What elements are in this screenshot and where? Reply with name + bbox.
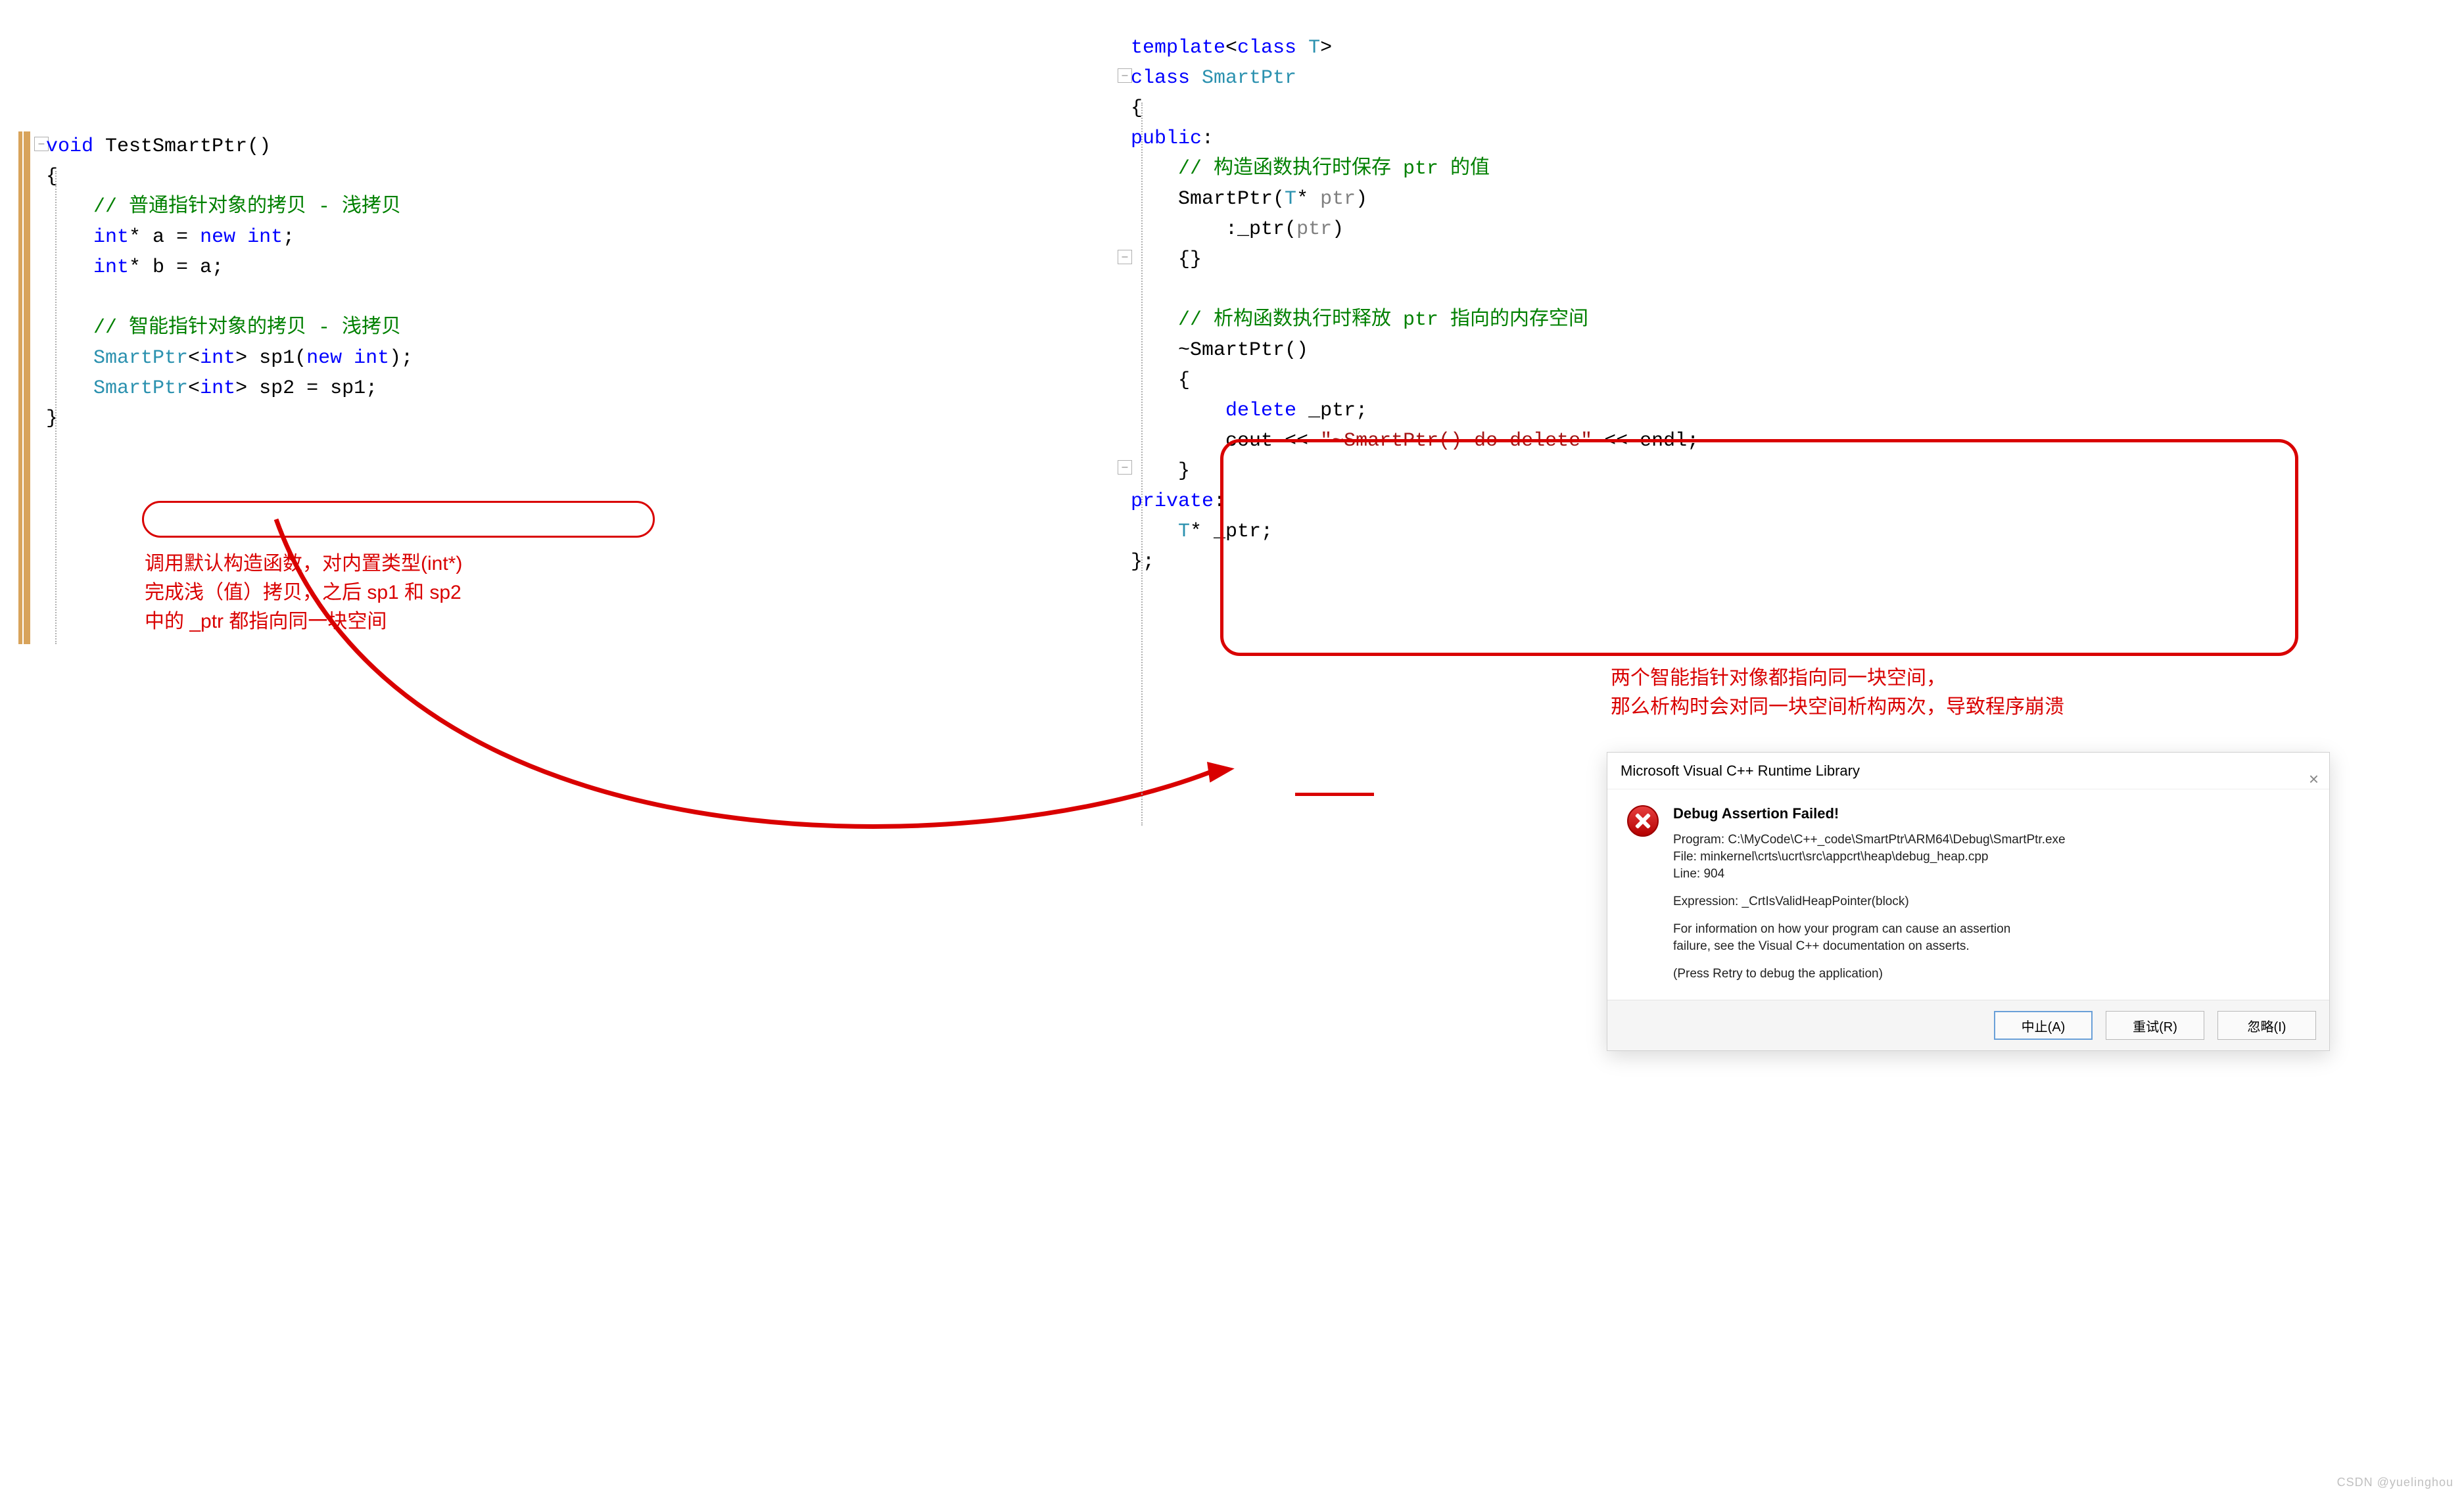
txt: * b = a;: [129, 256, 224, 279]
dialog-line: Line: 904: [1673, 867, 2310, 881]
kw-int: int: [93, 226, 129, 248]
gt-sp2: > sp2 = sp1;: [235, 377, 377, 400]
comment: // 普通指针对象的拷贝 - 浅拷贝: [93, 196, 401, 218]
margin-bar-outer: [18, 131, 22, 644]
abort-button[interactable]: 中止(A): [1994, 1011, 2093, 1040]
dialog-body: Debug Assertion Failed! Program: C:\MyCo…: [1607, 789, 2329, 1000]
fold-toggle-ctor[interactable]: –: [1118, 250, 1132, 264]
fn-name: TestSmartPtr: [105, 135, 247, 158]
dialog-button-bar: 中止(A) 重试(R) 忽略(I): [1607, 1000, 2329, 1050]
comment: // 智能指针对象的拷贝 - 浅拷贝: [93, 317, 401, 339]
ignore-button[interactable]: 忽略(I): [2217, 1011, 2316, 1040]
init3: ): [1332, 218, 1344, 241]
kw-int: int: [247, 226, 283, 248]
tparam: T: [1308, 37, 1320, 59]
kw-delete: delete: [1225, 400, 1296, 422]
underline-ptr: [1295, 793, 1374, 796]
dtor: ~SmartPtr(): [1178, 339, 1308, 362]
colon: :: [1202, 128, 1214, 150]
dialog-file: File: minkernel\crts\ucrt\src\appcrt\hea…: [1673, 850, 2310, 864]
kw-int: int: [93, 256, 129, 279]
class-end: };: [1131, 551, 1154, 573]
screenshot-root: { "left": { "line1": {"kw_void":"void","…: [0, 0, 2464, 1496]
kw-int: int: [200, 347, 235, 369]
semi: ;: [283, 226, 295, 248]
highlight-dtor-block: [1220, 439, 2298, 656]
error-icon: [1627, 805, 1659, 837]
kw-int: int: [354, 347, 389, 369]
anno-line: 两个智能指针对像都指向同一块空间，: [1611, 664, 2064, 693]
dialog-info: failure, see the Visual C++ documentatio…: [1673, 939, 2310, 954]
star: *: [1296, 188, 1320, 210]
kw-int: int: [200, 377, 235, 400]
dialog-info: For information on how your program can …: [1673, 922, 2310, 937]
comment: // 构造函数执行时保存 ptr 的值: [1178, 158, 1490, 180]
dialog-retry-hint: (Press Retry to debug the application): [1673, 967, 2310, 981]
arrow-head-icon: [1207, 758, 1236, 782]
kw-class: class: [1237, 37, 1308, 59]
margin-bar: [24, 131, 30, 644]
comment: // 析构函数执行时释放 ptr 指向的内存空间: [1178, 309, 1588, 331]
dialog-heading: Debug Assertion Failed!: [1673, 805, 2310, 822]
fold-toggle-dtor[interactable]: –: [1118, 460, 1132, 475]
dialog-titlebar[interactable]: Microsoft Visual C++ Runtime Library ×: [1607, 753, 2329, 789]
kw-class: class: [1131, 67, 1202, 89]
anno-line: 那么析构时会对同一块空间析构两次，导致程序崩溃: [1611, 693, 2064, 722]
ctor-body: {}: [1178, 248, 1202, 271]
dtor-l: {: [1178, 369, 1190, 392]
dialog-program: Program: C:\MyCode\C++_code\SmartPtr\ARM…: [1673, 833, 2310, 847]
scope-guide-right: [1141, 103, 1143, 826]
tparam: T: [1285, 188, 1296, 210]
gt: >: [1320, 37, 1332, 59]
close-icon[interactable]: ×: [2309, 760, 2319, 797]
classname: SmartPtr: [1202, 67, 1296, 89]
rparen: ): [1356, 188, 1367, 210]
ctor: SmartPtr(: [1178, 188, 1285, 210]
kw-new: new: [306, 347, 354, 369]
lt: <: [188, 377, 200, 400]
dialog-title-text: Microsoft Visual C++ Runtime Library: [1621, 762, 1860, 779]
kw-template: template: [1131, 37, 1225, 59]
tparam: T: [1178, 521, 1190, 543]
watermark-text: CSDN @yuelinghou: [2337, 1476, 2453, 1489]
dtor-r: }: [1178, 460, 1190, 482]
kw-private: private: [1131, 490, 1214, 513]
dialog-expression: Expression: _CrtIsValidHeapPointer(block…: [1673, 895, 2310, 909]
param: ptr: [1296, 218, 1332, 241]
lt: <: [188, 347, 200, 369]
semi: );: [389, 347, 413, 369]
runtime-error-dialog: Microsoft Visual C++ Runtime Library × D…: [1607, 752, 2330, 1051]
type-smartptr: SmartPtr: [93, 347, 188, 369]
init: :_ptr(: [1225, 218, 1296, 241]
retry-button[interactable]: 重试(R): [2106, 1011, 2204, 1040]
lt: <: [1225, 37, 1237, 59]
scope-guide-left: [55, 171, 57, 644]
param: ptr: [1320, 188, 1356, 210]
kw-new: new: [200, 226, 247, 248]
type-smartptr: SmartPtr: [93, 377, 188, 400]
txt: _ptr;: [1296, 400, 1367, 422]
kw-void: void: [46, 135, 93, 158]
annotation-right: 两个智能指针对像都指向同一块空间， 那么析构时会对同一块空间析构两次，导致程序崩…: [1611, 664, 2064, 722]
paren: (): [247, 135, 271, 158]
left-code-block: void TestSmartPtr() { // 普通指针对象的拷贝 - 浅拷贝…: [46, 131, 413, 434]
fold-toggle-class[interactable]: –: [1118, 68, 1132, 83]
gt: > sp1(: [235, 347, 306, 369]
txt: * a =: [129, 226, 200, 248]
